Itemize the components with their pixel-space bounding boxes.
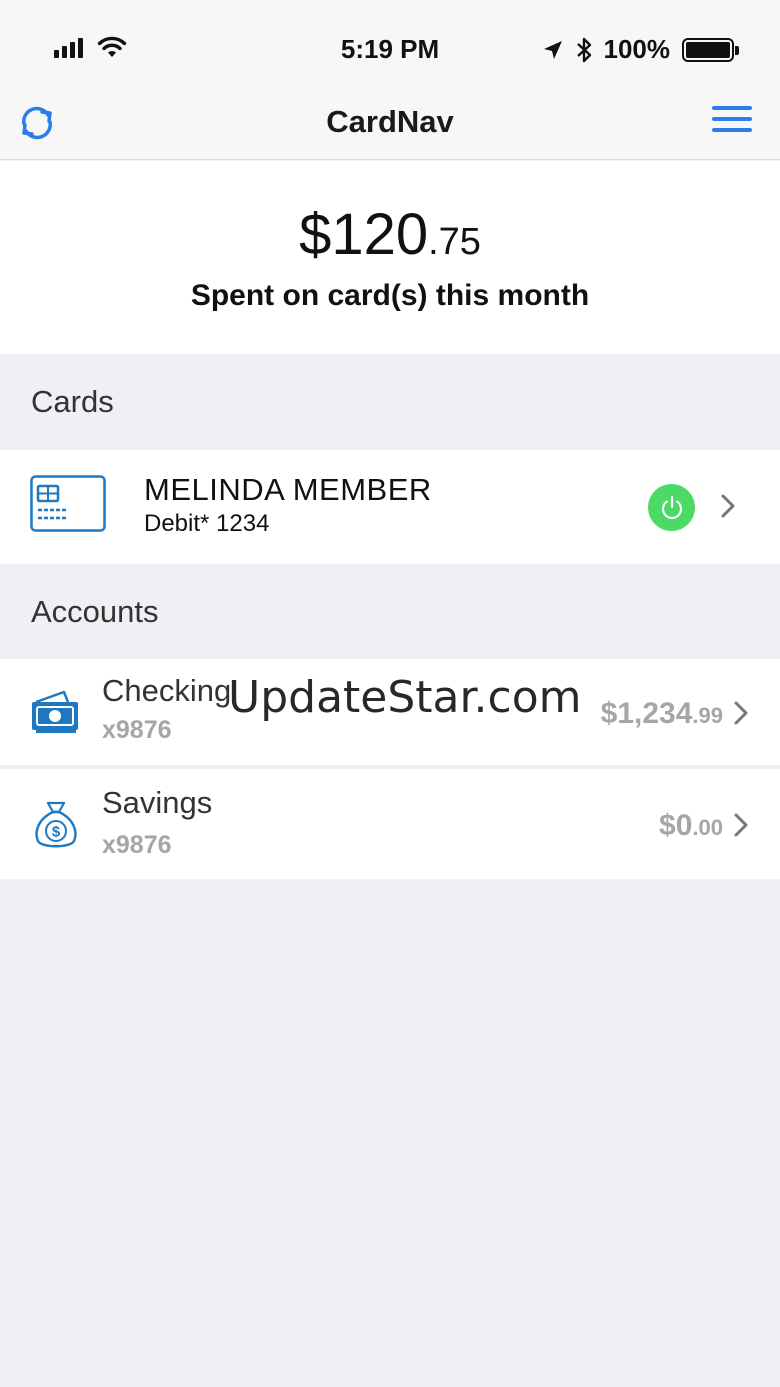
status-right: 100% [542, 34, 739, 65]
watermark-text: UpdateStar.com [228, 672, 582, 723]
card-power-toggle[interactable] [648, 484, 695, 531]
nav-bar: CardNav [0, 90, 780, 160]
chevron-right-icon [734, 813, 748, 837]
account-row-savings[interactable]: $ Savings x9876 $0.00 [0, 769, 780, 879]
power-icon [661, 495, 682, 519]
spending-summary: $120.75 Spent on card(s) this month [0, 161, 780, 354]
account-name: Savings [102, 785, 213, 820]
page-title: CardNav [326, 104, 454, 139]
menu-button[interactable] [712, 106, 752, 138]
account-name: Checking [102, 673, 232, 708]
card-row[interactable]: MELINDA MEMBER Debit* 1234 [0, 450, 780, 564]
cards-section-header: Cards [0, 354, 780, 449]
card-holder-name: MELINDA MEMBER [144, 472, 432, 507]
account-balance: $0.00 [659, 809, 723, 843]
spent-amount-cents: .75 [428, 221, 481, 263]
account-number: x9876 [102, 716, 172, 744]
menu-icon [712, 106, 752, 132]
account-balance-cents: .99 [692, 703, 723, 728]
account-balance-cents: .00 [692, 815, 723, 840]
account-balance: $1,234.99 [601, 697, 723, 731]
money-bag-icon: $ [35, 801, 77, 848]
account-number: x9876 [102, 831, 172, 859]
chevron-right-icon [734, 701, 748, 725]
status-bar: 5:19 PM 100% [0, 0, 780, 100]
battery-percent: 100% [603, 34, 671, 64]
cash-icon [32, 690, 78, 733]
spent-amount-dollars: $120 [299, 202, 429, 267]
location-icon [543, 40, 562, 59]
battery-fill [686, 41, 730, 58]
card-number: Debit* 1234 [144, 510, 270, 537]
bluetooth-icon [576, 37, 591, 62]
chevron-right-icon [721, 494, 735, 518]
svg-text:$: $ [52, 824, 61, 841]
credit-card-icon [30, 475, 106, 532]
spent-amount: $120.75 [0, 201, 780, 268]
accounts-section-header: Accounts [0, 564, 780, 659]
spent-label: Spent on card(s) this month [190, 279, 590, 312]
account-balance-dollars: $0 [659, 809, 693, 842]
account-balance-dollars: $1,234 [600, 697, 693, 730]
battery-icon [682, 37, 739, 62]
